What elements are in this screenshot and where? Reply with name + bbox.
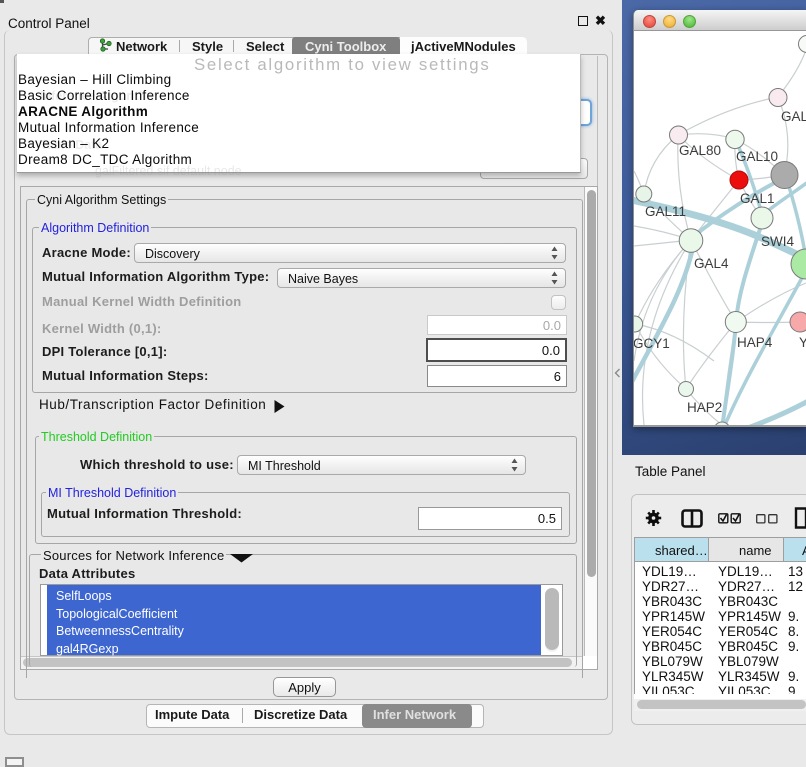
svg-text:HAP4: HAP4	[737, 335, 773, 350]
svg-text:GAL2: GAL2	[781, 109, 806, 124]
svg-text:Y: Y	[799, 335, 806, 350]
svg-text:HAP2: HAP2	[687, 400, 722, 415]
svg-text:GAL4: GAL4	[694, 256, 729, 271]
svg-text:SWI4: SWI4	[761, 234, 794, 249]
svg-text:GCY1: GCY1	[634, 336, 670, 351]
svg-text:GAL1: GAL1	[740, 191, 775, 206]
svg-text:GAL10: GAL10	[736, 149, 778, 164]
svg-text:GAL80: GAL80	[679, 143, 721, 158]
svg-text:GAL11: GAL11	[645, 204, 686, 219]
